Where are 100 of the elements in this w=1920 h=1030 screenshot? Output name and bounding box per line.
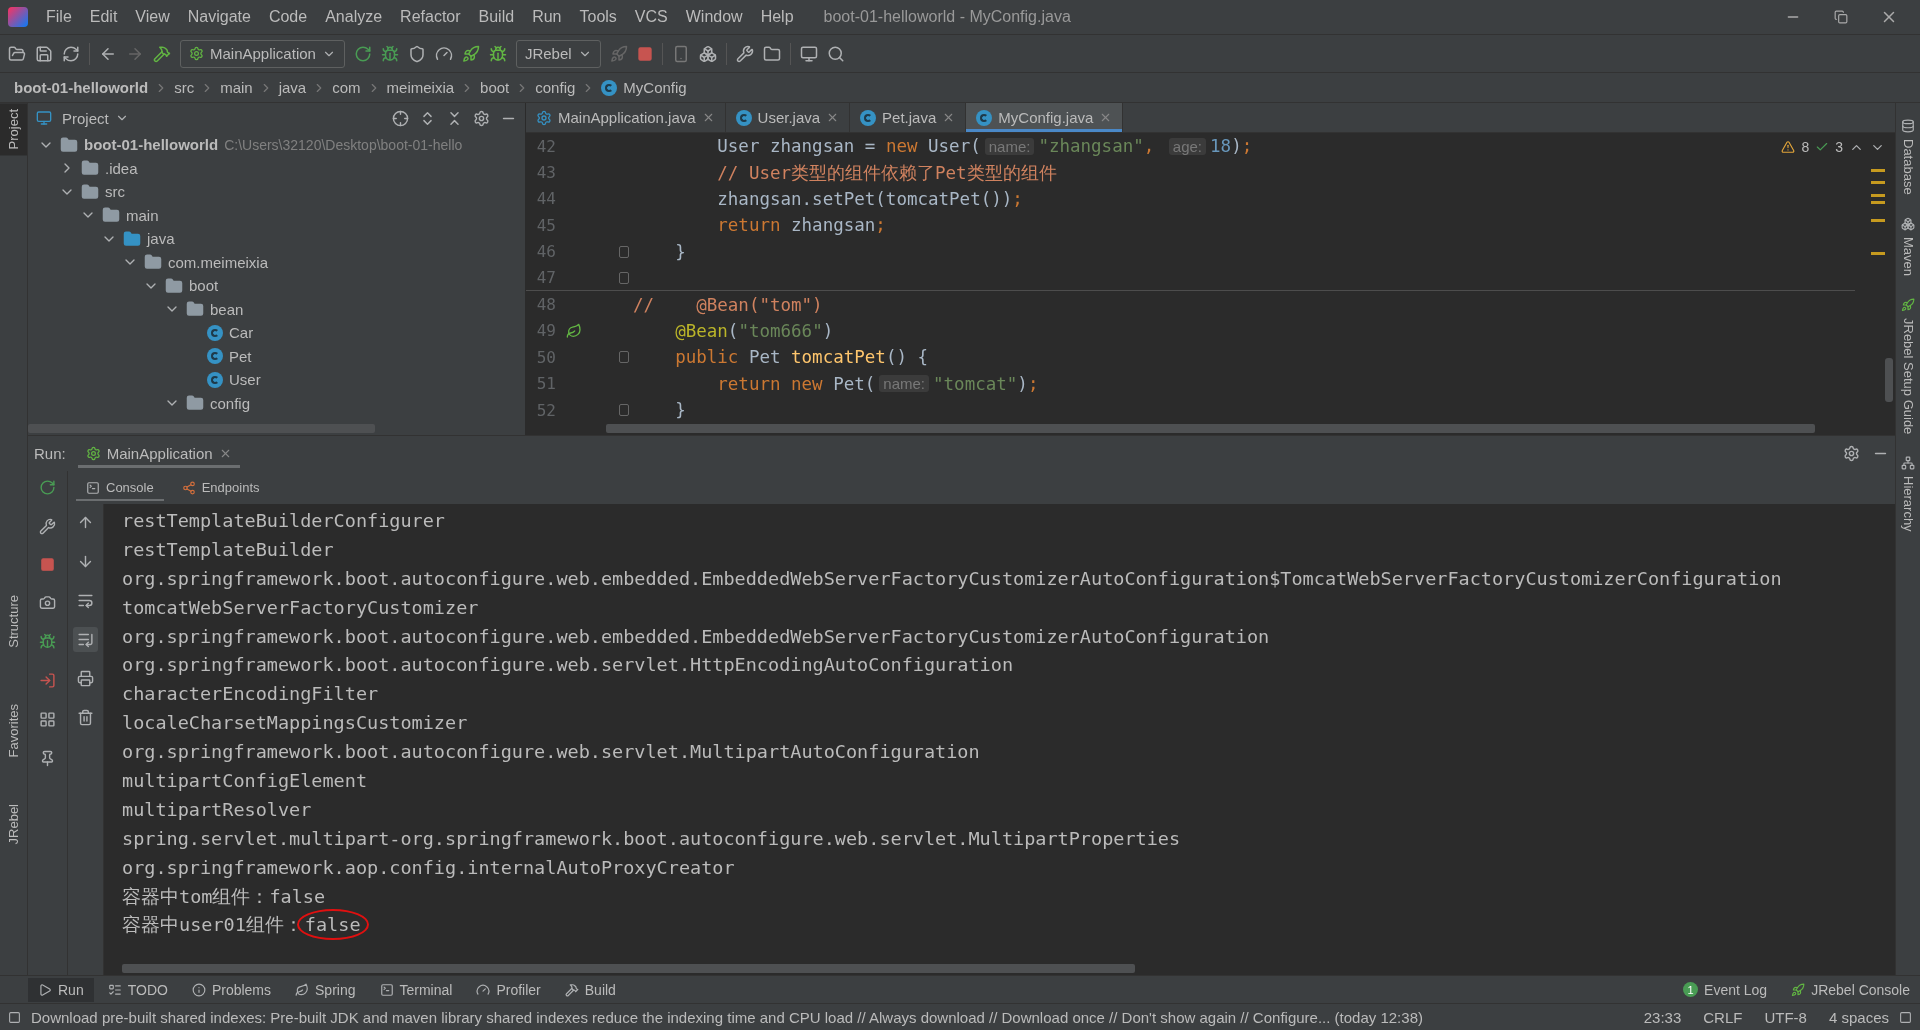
tool-window-tab[interactable]: Run <box>28 977 94 1002</box>
wrench-icon[interactable] <box>39 518 56 535</box>
cubes-icon[interactable] <box>698 44 717 63</box>
debug-icon[interactable] <box>380 44 399 63</box>
tool-window-tab[interactable]: JRebel Setup Guide <box>1896 291 1920 441</box>
fold-marker-icon[interactable] <box>619 351 629 364</box>
soft-wrap-icon[interactable] <box>77 592 94 609</box>
trash-icon[interactable] <box>77 709 94 726</box>
menu-item[interactable]: VCS <box>626 4 676 30</box>
menu-item[interactable]: File <box>38 4 80 30</box>
open-folder-icon[interactable] <box>8 44 26 63</box>
menu-item[interactable]: Build <box>470 4 523 30</box>
status-item[interactable]: 4 spaces <box>1828 1008 1889 1026</box>
breadcrumb-item[interactable]: main <box>220 79 253 96</box>
pin-icon[interactable] <box>39 750 56 767</box>
settings-icon[interactable] <box>1843 445 1860 462</box>
bug-icon[interactable] <box>488 44 507 63</box>
console-tab[interactable]: Endpoints <box>171 474 270 501</box>
menu-item[interactable]: Run <box>524 4 570 30</box>
monitor-icon[interactable] <box>799 44 818 63</box>
tool-window-tab[interactable]: Structure <box>0 589 27 655</box>
status-item[interactable]: UTF-8 <box>1764 1008 1807 1026</box>
down-arrow-icon[interactable] <box>77 553 94 570</box>
console-tab[interactable]: Console <box>76 474 164 501</box>
tree-item[interactable]: .idea <box>105 159 138 177</box>
breadcrumb-item[interactable]: boot <box>480 79 510 96</box>
leaf-icon[interactable] <box>566 322 582 339</box>
run-configuration-tab[interactable]: MainApplication <box>77 439 240 468</box>
tree-item[interactable]: src <box>105 183 125 201</box>
menu-item[interactable]: Code <box>260 4 316 30</box>
rerun-icon[interactable] <box>353 44 372 63</box>
editor-tab[interactable]: User.java <box>725 103 851 132</box>
breadcrumb-item[interactable]: java <box>278 79 307 96</box>
tree-item[interactable]: main <box>126 206 159 224</box>
tree-item[interactable]: java <box>147 230 175 248</box>
tool-window-tab[interactable]: Spring <box>285 977 366 1002</box>
tree-item[interactable]: Pet <box>229 347 252 365</box>
menu-item[interactable]: Analyze <box>317 4 391 30</box>
layout-icon[interactable] <box>39 711 56 728</box>
breadcrumb-item[interactable]: src <box>174 79 195 96</box>
rerun-icon[interactable] <box>39 479 56 496</box>
tool-window-tab[interactable]: Terminal <box>369 977 463 1002</box>
camera-icon[interactable] <box>39 594 56 611</box>
tool-window-tab[interactable]: Profiler <box>466 977 551 1002</box>
tool-window-tab[interactable]: Database <box>1896 113 1920 201</box>
fold-marker-icon[interactable] <box>619 245 629 258</box>
editor-tab[interactable]: MainApplication.java <box>526 103 726 132</box>
status-item[interactable]: CRLF <box>1703 1008 1743 1026</box>
run-configuration-dropdown[interactable]: MainApplication <box>180 39 345 68</box>
menu-item[interactable]: Edit <box>81 4 126 30</box>
exit-icon[interactable] <box>39 672 56 689</box>
refresh-icon[interactable] <box>62 44 80 63</box>
fold-marker-icon[interactable] <box>619 404 629 417</box>
hammer-icon[interactable] <box>153 44 171 63</box>
project-view-dropdown[interactable]: Project <box>62 109 129 127</box>
tree-item[interactable]: boot <box>189 277 219 295</box>
editor-tab[interactable]: MyConfig.java <box>966 103 1124 132</box>
breadcrumb-item[interactable]: MyConfig <box>623 79 687 96</box>
rocket-icon[interactable] <box>461 44 480 63</box>
breadcrumb-item[interactable]: com <box>332 79 361 96</box>
wrench-icon[interactable] <box>735 44 754 63</box>
tool-window-tab[interactable]: 1 Event Log <box>1673 977 1778 1002</box>
tool-window-tab[interactable]: Maven <box>1896 210 1920 282</box>
breadcrumb-item[interactable]: config <box>535 79 576 96</box>
tree-item[interactable]: User <box>229 371 261 389</box>
stop-icon[interactable] <box>636 45 653 62</box>
tree-item[interactable]: config <box>210 394 251 412</box>
settings-icon[interactable] <box>473 109 490 127</box>
fold-marker-icon[interactable] <box>619 271 629 284</box>
menu-item[interactable]: Refactor <box>392 4 469 30</box>
tool-window-tab[interactable]: Build <box>554 977 626 1002</box>
bug-icon[interactable] <box>39 633 56 650</box>
printer-icon[interactable] <box>77 670 94 687</box>
menu-item[interactable]: Tools <box>571 4 625 30</box>
breadcrumb-item[interactable]: boot-01-helloworld <box>14 79 149 96</box>
save-icon[interactable] <box>35 44 53 63</box>
stop-icon[interactable] <box>40 557 55 572</box>
tree-item[interactable]: bean <box>210 300 244 318</box>
menu-item[interactable]: View <box>127 4 178 30</box>
tool-window-tab[interactable]: JRebel <box>0 797 27 851</box>
tool-window-tab[interactable]: Problems <box>181 977 282 1002</box>
up-arrow-icon[interactable] <box>77 514 94 531</box>
tree-item[interactable]: Car <box>229 324 254 342</box>
tree-item[interactable]: com.meimeixia <box>168 253 269 271</box>
folder-icon[interactable] <box>762 44 781 63</box>
tool-window-tab[interactable]: JRebel Console <box>1781 977 1920 1002</box>
menu-item[interactable]: Navigate <box>179 4 259 30</box>
menu-item[interactable]: Window <box>677 4 751 30</box>
breadcrumb-item[interactable]: meimeixia <box>386 79 455 96</box>
tool-window-tab[interactable]: Hierarchy <box>1896 450 1920 538</box>
menu-item[interactable]: Help <box>752 4 802 30</box>
search-icon[interactable] <box>826 44 845 63</box>
tree-item[interactable]: boot-01-helloworld <box>84 136 219 154</box>
tool-window-tab[interactable]: Favorites <box>0 698 27 764</box>
tool-window-tab[interactable]: Project <box>0 103 27 156</box>
jrebel-dropdown[interactable]: JRebel <box>515 39 601 68</box>
locate-icon[interactable] <box>392 109 409 127</box>
tool-window-tab[interactable]: TODO <box>97 977 178 1002</box>
status-item[interactable]: 23:33 <box>1643 1008 1682 1026</box>
scroll-to-end-button[interactable] <box>73 627 98 652</box>
